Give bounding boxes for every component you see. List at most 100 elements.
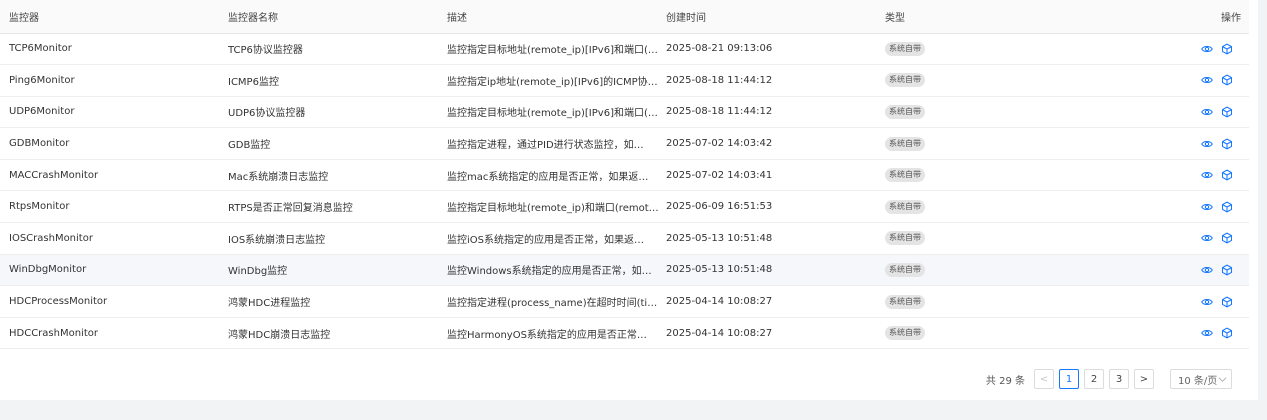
cube-icon[interactable] (1221, 138, 1233, 150)
cell-description: 监控指定目标地址(remote_ip)[IPv6]和端口(… (447, 33, 666, 66)
cell-name: RTPS是否正常回复消息监控 (228, 190, 447, 224)
table-row[interactable]: TCP6Monitor TCP6协议监控器 监控指定目标地址(remote_ip)[… (0, 33, 1249, 66)
page-scrollbar[interactable] (1258, 0, 1267, 420)
cell-monitor: IOSCrashMonitor (0, 222, 228, 255)
cell-created: 2025-04-14 10:08:27 (666, 285, 885, 318)
cube-icon[interactable] (1221, 327, 1233, 339)
table-row[interactable]: GDBMonitor GDB监控 监控指定进程，通过PID进行状态监控，如… 2025… (0, 127, 1249, 160)
cell-description: 监控iOS系统指定的应用是否正常，如果返… (447, 222, 666, 255)
next-page-button[interactable]: > (1134, 369, 1154, 389)
table-row[interactable]: IOSCrashMonitor IOS系统崩溃日志监控 监控iOS系统指定的应用是否… (0, 222, 1249, 255)
cell-name: TCP6协议监控器 (228, 33, 447, 66)
cube-icon[interactable] (1221, 106, 1233, 118)
cell-type: 系统自带 (885, 96, 1104, 129)
column-header-monitor: 监控器 (0, 0, 228, 34)
column-header-actions: 操作 (1104, 0, 1249, 34)
type-badge: 系统自带 (885, 136, 925, 151)
cell-type: 系统自带 (885, 33, 1104, 66)
cell-description: 监控指定进程(process_name)在超时时间(ti… (447, 285, 666, 318)
cell-created: 2025-07-02 14:03:42 (666, 127, 885, 160)
cube-icon[interactable] (1221, 201, 1233, 213)
cell-created: 2025-06-09 16:51:53 (666, 190, 885, 224)
cell-description: 监控mac系统指定的应用是否正常，如果返… (447, 159, 666, 192)
cell-monitor: TCP6Monitor (0, 33, 228, 66)
cell-description: 监控HarmonyOS系统指定的应用是否正常… (447, 317, 666, 350)
cell-type: 系统自带 (885, 159, 1104, 192)
page-button-1[interactable]: 1 (1059, 369, 1079, 389)
eye-icon[interactable] (1201, 296, 1213, 308)
cube-icon[interactable] (1221, 169, 1233, 181)
cell-actions (1104, 159, 1249, 192)
cell-name: UDP6协议监控器 (228, 96, 447, 129)
cell-name: ICMP6监控 (228, 64, 447, 97)
eye-icon[interactable] (1201, 106, 1213, 118)
cell-actions (1104, 285, 1249, 318)
cell-monitor: HDCProcessMonitor (0, 285, 228, 318)
cell-actions (1104, 190, 1249, 224)
table-row[interactable]: UDP6Monitor UDP6协议监控器 监控指定目标地址(remote_ip)[… (0, 96, 1249, 129)
cell-type: 系统自带 (885, 64, 1104, 97)
type-badge: 系统自带 (885, 73, 925, 88)
cell-created: 2025-04-14 10:08:27 (666, 317, 885, 350)
type-badge: 系统自带 (885, 326, 925, 341)
table-row[interactable]: MACCrashMonitor Mac系统崩溃日志监控 监控mac系统指定的应用是否… (0, 159, 1249, 192)
type-badge: 系统自带 (885, 168, 925, 183)
cell-description: 监控指定目标地址(remote_ip)和端口(remot… (447, 190, 666, 224)
page-size-value: 10 条/页 (1178, 375, 1218, 387)
cell-created: 2025-08-18 11:44:12 (666, 64, 885, 97)
cube-icon[interactable] (1221, 43, 1233, 55)
column-header-name: 监控器名称 (228, 0, 447, 34)
cell-type: 系统自带 (885, 190, 1104, 224)
cell-monitor: WinDbgMonitor (0, 254, 228, 287)
page-button-2[interactable]: 2 (1084, 369, 1104, 389)
table-row[interactable]: RtpsMonitor RTPS是否正常回复消息监控 监控指定目标地址(remote… (0, 190, 1249, 224)
cell-description: 监控指定进程，通过PID进行状态监控，如… (447, 127, 666, 160)
table-header: 监控器 监控器名称 描述 创建时间 类型 操作 (0, 0, 1249, 34)
eye-icon[interactable] (1201, 264, 1213, 276)
cell-actions (1104, 222, 1249, 255)
type-badge: 系统自带 (885, 294, 925, 309)
page-button-3[interactable]: 3 (1109, 369, 1129, 389)
monitor-table: 监控器 监控器名称 描述 创建时间 类型 操作 TCP6Monitor TCP6协… (0, 0, 1249, 350)
table-row[interactable]: Ping6Monitor ICMP6监控 监控指定ip地址(remote_ip)[I… (0, 64, 1249, 97)
cell-type: 系统自带 (885, 222, 1104, 255)
cube-icon[interactable] (1221, 74, 1233, 86)
eye-icon[interactable] (1201, 43, 1213, 55)
eye-icon[interactable] (1201, 138, 1213, 150)
monitor-list-card: 监控器 监控器名称 描述 创建时间 类型 操作 TCP6Monitor TCP6协… (0, 0, 1258, 400)
eye-icon[interactable] (1201, 327, 1213, 339)
cell-monitor: HDCCrashMonitor (0, 317, 228, 350)
cell-created: 2025-05-13 10:51:48 (666, 254, 885, 287)
cell-type: 系统自带 (885, 285, 1104, 318)
cell-actions (1104, 254, 1249, 287)
cell-monitor: Ping6Monitor (0, 64, 228, 97)
table-row[interactable]: WinDbgMonitor WinDbg监控 监控Windows系统指定的应用是否正… (0, 254, 1249, 287)
table-row[interactable]: HDCCrashMonitor 鸿蒙HDC崩溃日志监控 监控HarmonyOS系统指… (0, 317, 1249, 350)
pagination: 共 29 条 < 1 2 3 > 10 条/页 (986, 368, 1232, 390)
column-header-description: 描述 (447, 0, 666, 34)
eye-icon[interactable] (1201, 169, 1213, 181)
cell-created: 2025-08-18 11:44:12 (666, 96, 885, 129)
eye-icon[interactable] (1201, 232, 1213, 244)
cell-actions (1104, 33, 1249, 66)
eye-icon[interactable] (1201, 201, 1213, 213)
cell-monitor: GDBMonitor (0, 127, 228, 160)
cube-icon[interactable] (1221, 264, 1233, 276)
cell-monitor: UDP6Monitor (0, 96, 228, 129)
eye-icon[interactable] (1201, 74, 1213, 86)
cell-type: 系统自带 (885, 317, 1104, 350)
cell-description: 监控Windows系统指定的应用是否正常，如… (447, 254, 666, 287)
cell-created: 2025-08-21 09:13:06 (666, 33, 885, 66)
cube-icon[interactable] (1221, 232, 1233, 244)
page-size-select[interactable]: 10 条/页 (1170, 369, 1232, 389)
cube-icon[interactable] (1221, 296, 1233, 308)
cell-actions (1104, 96, 1249, 129)
type-badge: 系统自带 (885, 41, 925, 56)
table-row[interactable]: HDCProcessMonitor 鸿蒙HDC进程监控 监控指定进程(process… (0, 285, 1249, 318)
column-header-type: 类型 (885, 0, 1104, 34)
cell-name: WinDbg监控 (228, 254, 447, 287)
prev-page-button[interactable]: < (1034, 369, 1054, 389)
cell-name: Mac系统崩溃日志监控 (228, 159, 447, 192)
cell-description: 监控指定ip地址(remote_ip)[IPv6]的ICMP协… (447, 64, 666, 97)
cell-actions (1104, 127, 1249, 160)
